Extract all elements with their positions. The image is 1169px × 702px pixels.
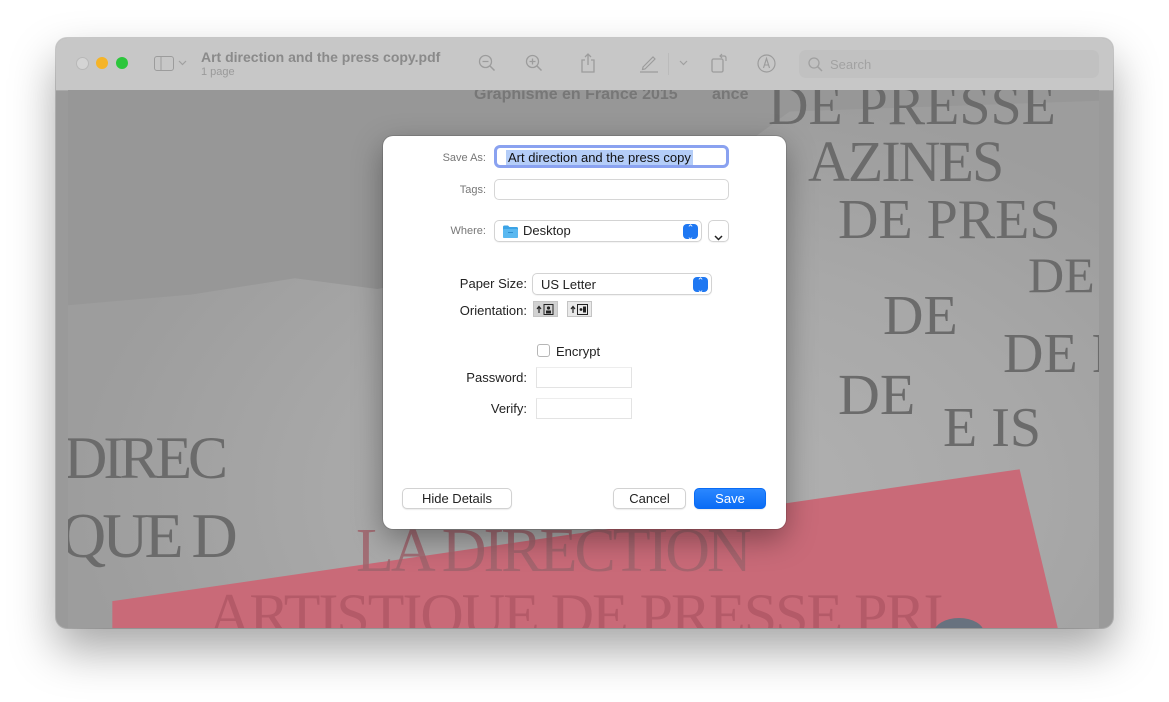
document-text-line: LA DIRECTION xyxy=(356,517,752,585)
document-text-line: DE PRES xyxy=(838,189,1061,251)
where-popup[interactable]: Desktop ⌃ ⌃ xyxy=(494,220,702,242)
cancel-button[interactable]: Cancel xyxy=(613,488,686,509)
markup-pen-icon[interactable] xyxy=(638,52,660,74)
search-field[interactable]: Search xyxy=(799,50,1099,78)
document-header-fragment: ance xyxy=(712,90,749,103)
tags-field[interactable] xyxy=(494,179,729,200)
annotate-icon[interactable] xyxy=(756,53,777,74)
zoom-out-icon[interactable] xyxy=(477,53,497,73)
document-header-text: Graphisme en France 2015 xyxy=(474,90,678,103)
save-dialog: Save As: Art direction and the press cop… xyxy=(383,136,786,529)
password-field[interactable] xyxy=(536,367,632,388)
document-text-line: DE F xyxy=(1003,323,1099,385)
orientation-label: Orientation: xyxy=(459,303,527,318)
password-label: Password: xyxy=(466,370,527,385)
rotate-icon[interactable] xyxy=(710,52,730,74)
chevron-down-icon[interactable] xyxy=(176,57,188,69)
document-text-line: DE xyxy=(1028,247,1095,303)
document-text-line: AZINES xyxy=(808,129,1004,194)
paper-size-value: US Letter xyxy=(541,277,596,292)
share-icon[interactable] xyxy=(578,52,598,74)
hide-details-button[interactable]: Hide Details xyxy=(402,488,512,509)
minimize-button[interactable] xyxy=(96,57,108,69)
search-placeholder: Search xyxy=(830,57,872,72)
save-as-field[interactable]: Art direction and the press copy xyxy=(494,145,729,168)
verify-field[interactable] xyxy=(536,398,632,419)
document-text-line: DE PRESSE xyxy=(768,90,1056,137)
save-as-label: Save As: xyxy=(442,152,486,164)
chevron-down-icon xyxy=(714,228,723,246)
popup-stepper-icon: ⌃ ⌃ xyxy=(683,224,698,241)
document-text-line: DE xyxy=(883,285,958,347)
folder-icon xyxy=(503,225,518,243)
document-text-line: E IS xyxy=(943,397,1041,459)
where-label: Where: xyxy=(450,225,486,237)
encrypt-checkbox[interactable] xyxy=(537,344,550,357)
landscape-icon xyxy=(570,303,588,315)
orientation-portrait-button[interactable] xyxy=(533,301,558,317)
title-bar: Art direction and the press copy.pdf 1 p… xyxy=(56,38,1113,91)
search-icon xyxy=(807,56,823,72)
paper-size-label: Paper Size: xyxy=(459,276,527,291)
orientation-landscape-button[interactable] xyxy=(567,301,592,317)
document-title: Art direction and the press copy.pdf xyxy=(201,49,441,65)
save-as-value: Art direction and the press copy xyxy=(506,150,693,165)
paper-size-popup[interactable]: US Letter ⌃ ⌃ xyxy=(532,273,712,295)
expand-button[interactable] xyxy=(708,220,729,242)
portrait-icon xyxy=(536,303,554,315)
tags-label: Tags: xyxy=(459,184,486,196)
toolbar-divider xyxy=(668,53,669,75)
save-button[interactable]: Save xyxy=(694,488,766,509)
zoom-button[interactable] xyxy=(116,57,128,69)
popup-stepper-icon: ⌃ ⌃ xyxy=(693,277,708,294)
chevron-down-icon[interactable] xyxy=(677,57,689,69)
document-text-line: ARTISTIQUE DE PRESSE PRI xyxy=(208,582,943,628)
verify-label: Verify: xyxy=(490,401,527,416)
zoom-in-icon[interactable] xyxy=(524,53,544,73)
document-text-line: QUE D xyxy=(68,500,238,571)
close-button[interactable] xyxy=(76,57,89,70)
document-page-count: 1 page xyxy=(201,66,235,78)
sidebar-icon[interactable] xyxy=(153,54,175,72)
where-value: Desktop xyxy=(523,223,571,238)
document-text-line: DIREC xyxy=(68,425,228,491)
document-text-line: DE xyxy=(838,362,916,427)
encrypt-label: Encrypt xyxy=(556,344,601,359)
